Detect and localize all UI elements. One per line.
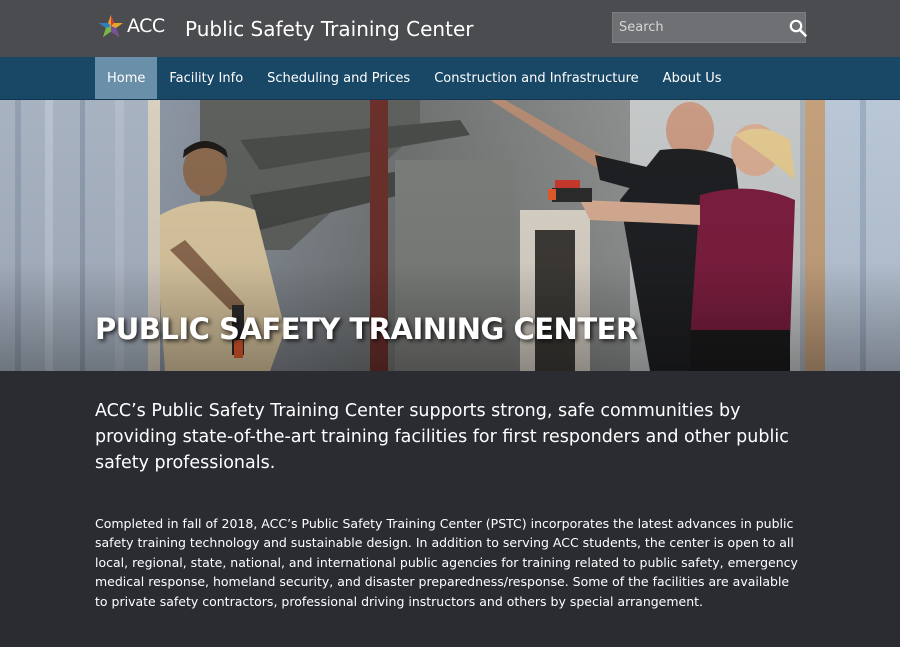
main-nav: Home Facility Info Scheduling and Prices… [0, 57, 900, 100]
main-content: ACC’s Public Safety Training Center supp… [0, 398, 900, 611]
nav-item-home[interactable]: Home [95, 57, 158, 99]
lead-paragraph: ACC’s Public Safety Training Center supp… [95, 401, 789, 473]
site-header: ACC Public Safety Training Center [0, 0, 900, 57]
nav-list: Home Facility Info Scheduling and Prices… [95, 57, 734, 99]
logo-text: ACC [127, 15, 165, 37]
hero-title: PUBLIC SAFETY TRAINING CENTER [95, 312, 638, 346]
nav-item-scheduling-and-prices[interactable]: Scheduling and Prices [255, 57, 422, 99]
acc-logo[interactable]: ACC [97, 14, 165, 38]
body-paragraph: Completed in fall of 2018, ACC’s Public … [95, 516, 798, 609]
nav-item-about-us[interactable]: About Us [651, 57, 734, 99]
search-box [612, 12, 807, 43]
hero-banner: PUBLIC SAFETY TRAINING CENTER [0, 100, 900, 371]
search-input[interactable] [613, 13, 789, 42]
nav-item-facility-info[interactable]: Facility Info [157, 57, 255, 99]
search-icon [789, 19, 807, 37]
search-button[interactable] [789, 13, 807, 42]
star-logo-icon [99, 15, 123, 37]
nav-item-construction-and-infrastructure[interactable]: Construction and Infrastructure [422, 57, 650, 99]
site-title[interactable]: Public Safety Training Center [185, 17, 473, 41]
